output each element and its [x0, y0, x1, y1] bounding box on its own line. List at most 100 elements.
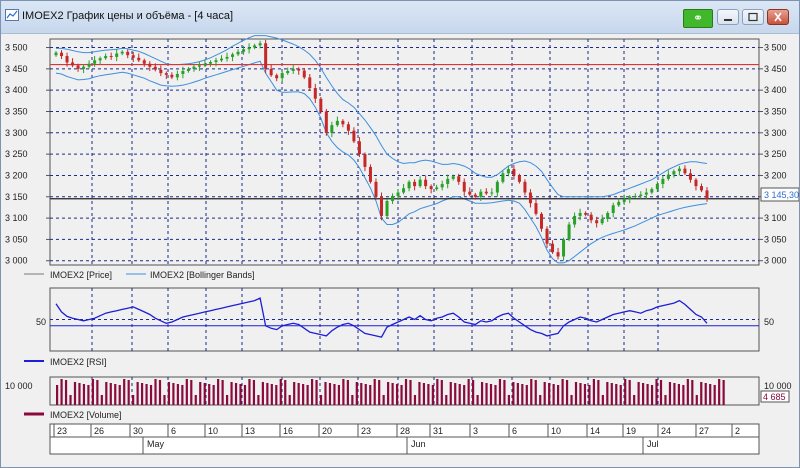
- candle-body: [368, 166, 372, 182]
- volume-bar: [709, 384, 712, 405]
- time-day-label: 14: [590, 426, 600, 436]
- time-day-label: 26: [94, 426, 104, 436]
- volume-bar: [172, 383, 175, 405]
- price-tick-left: 3 200: [5, 170, 28, 180]
- candle-body: [440, 183, 444, 188]
- volume-bar: [624, 379, 627, 405]
- candle-body: [672, 171, 676, 175]
- volume-bar: [378, 380, 381, 405]
- time-day-label: 24: [661, 426, 671, 436]
- candle-body: [633, 195, 637, 197]
- volume-bar: [525, 385, 528, 405]
- volume-bar: [691, 380, 694, 405]
- candle-body: [164, 73, 168, 75]
- volume-bar: [355, 382, 358, 405]
- candle-body: [104, 56, 108, 59]
- link-icon[interactable]: ⚭: [683, 9, 713, 28]
- volume-bar: [333, 384, 336, 405]
- price-tick-right: 3 200: [764, 170, 787, 180]
- legend-rsi: IMOEX2 [RSI]: [50, 357, 107, 367]
- price-tick-left: 3 450: [5, 64, 28, 74]
- volume-bar: [127, 380, 130, 405]
- volume-tick-right: 10 000: [764, 381, 792, 391]
- candle-body: [120, 51, 124, 54]
- candle-body: [363, 154, 367, 167]
- volume-bar: [494, 385, 497, 405]
- volume-bar: [619, 385, 622, 405]
- volume-bar: [650, 385, 654, 405]
- volume-bar: [217, 379, 220, 405]
- volume-bar: [275, 385, 278, 405]
- volume-bar: [167, 382, 171, 405]
- time-day-label: 19: [626, 426, 636, 436]
- candle-body: [192, 66, 196, 69]
- volume-bar: [597, 380, 600, 405]
- candle-body: [175, 73, 179, 78]
- candle-body: [600, 218, 604, 224]
- candle-body: [424, 179, 428, 187]
- volume-bar: [225, 395, 229, 405]
- volume-bar: [87, 385, 90, 405]
- volume-bar: [346, 380, 349, 405]
- candle-body: [523, 181, 527, 193]
- rsi-panel: 50 50: [36, 287, 774, 352]
- candle-body: [286, 70, 290, 74]
- volume-bar: [400, 385, 403, 405]
- candle-body: [153, 66, 157, 70]
- volume-bar: [364, 384, 367, 405]
- price-tick-left: 3 150: [5, 192, 28, 202]
- price-tick-right: 3 500: [764, 43, 787, 53]
- time-day-label: 31: [433, 426, 443, 436]
- volume-bar: [449, 382, 452, 405]
- volume-bar: [530, 379, 533, 405]
- volume-bar: [516, 383, 519, 405]
- volume-bar: [628, 380, 631, 405]
- close-icon[interactable]: [767, 9, 789, 25]
- candle-body: [457, 176, 461, 182]
- volume-bar: [561, 379, 564, 405]
- maximize-icon[interactable]: [742, 9, 764, 25]
- price-tick-right: 3 250: [764, 149, 787, 159]
- rsi-tick-right: 50: [764, 317, 774, 327]
- candle-body: [644, 192, 648, 195]
- volume-bar: [713, 385, 716, 405]
- minimize-icon[interactable]: [717, 9, 739, 25]
- candle-body: [109, 56, 113, 58]
- volume-bar: [704, 383, 707, 405]
- candle-body: [280, 73, 284, 79]
- volume-bar: [91, 379, 94, 405]
- candle-body: [413, 181, 417, 187]
- volume-bar: [109, 383, 112, 405]
- time-month-label: Jul: [647, 439, 659, 449]
- time-day-label: 16: [283, 426, 293, 436]
- volume-bar: [404, 379, 408, 405]
- time-day-label: 20: [322, 426, 332, 436]
- title-bar[interactable]: IMOEX2 График цены и объёма - [4 часа] ⚭: [1, 1, 799, 34]
- volume-bar: [610, 383, 613, 405]
- candle-body: [677, 168, 681, 172]
- volume-bar: [436, 379, 439, 405]
- volume-bar: [382, 395, 385, 405]
- candle-body: [308, 77, 312, 89]
- volume-bar: [302, 384, 305, 405]
- candle-body: [225, 56, 229, 59]
- candle-body: [71, 62, 75, 66]
- candle-body: [385, 201, 389, 216]
- volume-bar: [212, 385, 215, 405]
- candle-body: [291, 68, 295, 71]
- volume-bar: [310, 379, 314, 405]
- volume-bar: [100, 395, 103, 405]
- candle-body: [512, 169, 516, 176]
- volume-bar: [114, 384, 117, 405]
- volume-bar: [534, 380, 537, 405]
- time-month-label: Jun: [411, 439, 426, 449]
- volume-bar: [297, 383, 300, 405]
- candle-body: [556, 252, 560, 257]
- price-tick-right: 3 000: [764, 256, 787, 266]
- candle-body: [617, 201, 621, 206]
- volume-bar: [351, 395, 354, 405]
- price-tick-right: 3 400: [764, 85, 787, 95]
- candle-body: [220, 58, 224, 61]
- candle-body: [479, 191, 483, 197]
- volume-bar: [140, 383, 144, 405]
